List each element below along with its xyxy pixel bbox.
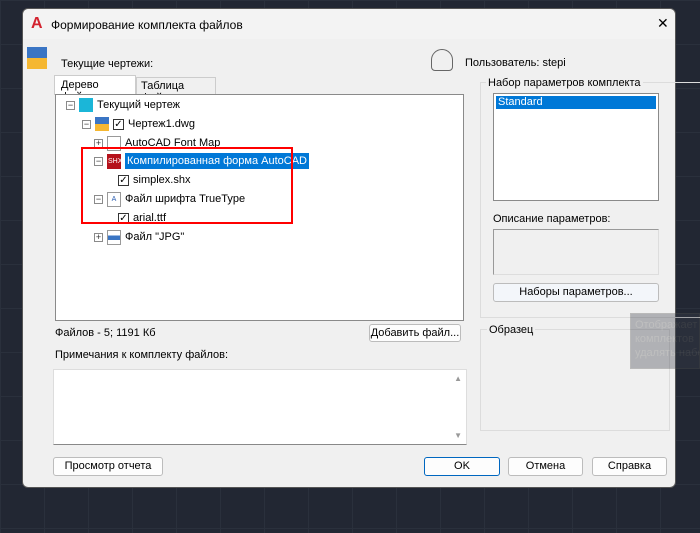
autocad-logo-icon: A	[31, 15, 43, 32]
etransmit-icon	[27, 47, 47, 69]
jpg-file-icon	[107, 229, 121, 245]
user-icon	[431, 49, 453, 71]
dialog: A Формирование комплекта файлов ✕ Текущи…	[22, 8, 700, 488]
drawing-icon	[79, 98, 93, 112]
tree-item[interactable]: + Файл "JPG"	[94, 229, 184, 245]
tree-item[interactable]: − Текущий чертеж	[66, 97, 180, 113]
highlight-frame	[81, 147, 293, 224]
notes-label: Примечания к комплекту файлов:	[55, 349, 229, 361]
param-sets-button[interactable]: Наборы параметров...	[493, 283, 659, 302]
scroll-down-icon[interactable]: ▼	[454, 431, 462, 440]
tree-item[interactable]: − ✓ Чертеж1.dwg	[82, 116, 195, 132]
param-desc-box	[493, 229, 659, 275]
param-set-title: Набор параметров комплекта	[486, 77, 643, 89]
sample-title: Образец	[487, 324, 536, 336]
param-set-list[interactable]: Standard	[493, 93, 659, 201]
tooltip-ghost: Отображает комплектов удалять набо	[630, 313, 700, 369]
close-icon[interactable]: ✕	[657, 15, 669, 32]
dwg-icon	[95, 117, 109, 131]
title-bar: A Формирование комплекта файлов ✕	[23, 9, 675, 39]
help-button[interactable]: Справка	[592, 457, 667, 476]
tab-file-table[interactable]: Таблица файлов	[136, 77, 216, 104]
user-label: Пользователь: stepi	[465, 57, 566, 69]
view-report-button[interactable]: Просмотр отчета	[53, 457, 163, 476]
ok-button[interactable]: OK	[424, 457, 500, 476]
tab-file-tree[interactable]: Дерево файлов	[54, 75, 136, 103]
window-title: Формирование комплекта файлов	[51, 18, 243, 32]
cancel-button[interactable]: Отмена	[508, 457, 583, 476]
checkbox[interactable]: ✓	[113, 118, 124, 130]
file-tree[interactable]: − Текущий чертеж − ✓ Чертеж1.dwg + AutoCAD F…	[55, 94, 464, 321]
scroll-up-icon[interactable]: ▲	[454, 374, 462, 383]
current-drawings-label: Текущие чертежи:	[61, 58, 154, 70]
file-count-status: Файлов - 5; 1191 Кб	[55, 327, 156, 339]
add-file-button[interactable]: Добавить файл...	[369, 324, 461, 342]
list-item[interactable]: Standard	[496, 96, 656, 109]
param-desc-label: Описание параметров:	[493, 213, 611, 225]
notes-textarea[interactable]: ▲ ▼	[53, 369, 467, 445]
